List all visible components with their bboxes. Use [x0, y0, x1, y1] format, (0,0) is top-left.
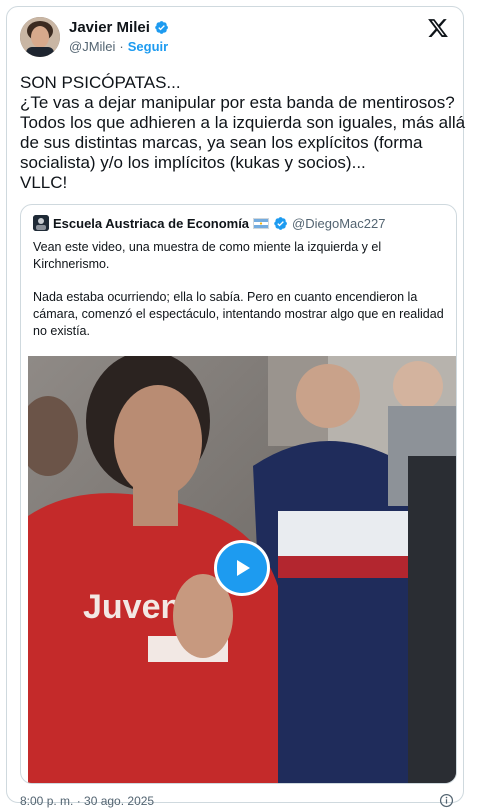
play-icon — [237, 560, 250, 576]
quote-author-handle[interactable]: @DiegoMac227 — [292, 216, 385, 231]
separator-dot: · — [119, 39, 124, 54]
verified-badge-icon — [274, 216, 287, 230]
tweet-line: de sus distintas marcas, ya sean los exp… — [20, 133, 423, 152]
quote-author-name[interactable]: Escuela Austriaca de Economía — [53, 216, 249, 231]
info-icon[interactable] — [439, 793, 454, 808]
follow-button[interactable]: Seguir — [128, 39, 168, 54]
tweet-card: Javier Milei @JMilei · Seguir SON PSICÓP… — [6, 6, 466, 808]
tweet-line: ¿Te vas a dejar manipular por esta banda… — [20, 93, 455, 112]
play-button[interactable] — [214, 540, 270, 596]
quoted-tweet[interactable]: Escuela Austriaca de Economía @DiegoMac2… — [20, 204, 457, 784]
video-player[interactable]: Juvent — [28, 356, 456, 783]
tweet-line: socialista) y/o los implícitos (kukas y … — [20, 153, 366, 172]
author-handle[interactable]: @JMilei — [69, 39, 115, 54]
tweet-text: SON PSICÓPATAS... ¿Te vas a dejar manipu… — [20, 73, 466, 193]
quote-paragraph: Nada estaba ocurriendo; ella lo sabía. P… — [33, 290, 444, 338]
verified-badge-icon — [155, 21, 168, 34]
tweet-line: VLLC! — [20, 173, 68, 192]
x-logo-icon[interactable] — [427, 17, 449, 39]
author-name-row: Javier Milei — [69, 19, 169, 36]
tweet-line: SON PSICÓPATAS... — [20, 73, 181, 92]
quote-header: Escuela Austriaca de Economía @DiegoMac2… — [33, 215, 385, 231]
quote-paragraph: Vean este video, una muestra de como mie… — [33, 240, 382, 271]
tweet-line: Todos los que adhieren a la izquierda so… — [20, 113, 466, 132]
author-handle-row: @JMilei · Seguir — [69, 39, 168, 54]
tweet-timestamp[interactable]: 8:00 p. m. · 30 ago. 2025 — [20, 794, 154, 808]
author-avatar[interactable] — [20, 17, 60, 57]
author-name[interactable]: Javier Milei — [69, 19, 150, 36]
quote-avatar[interactable] — [33, 215, 49, 231]
quote-text: Vean este video, una muestra de como mie… — [33, 239, 445, 356]
argentina-flag-icon — [253, 217, 270, 229]
